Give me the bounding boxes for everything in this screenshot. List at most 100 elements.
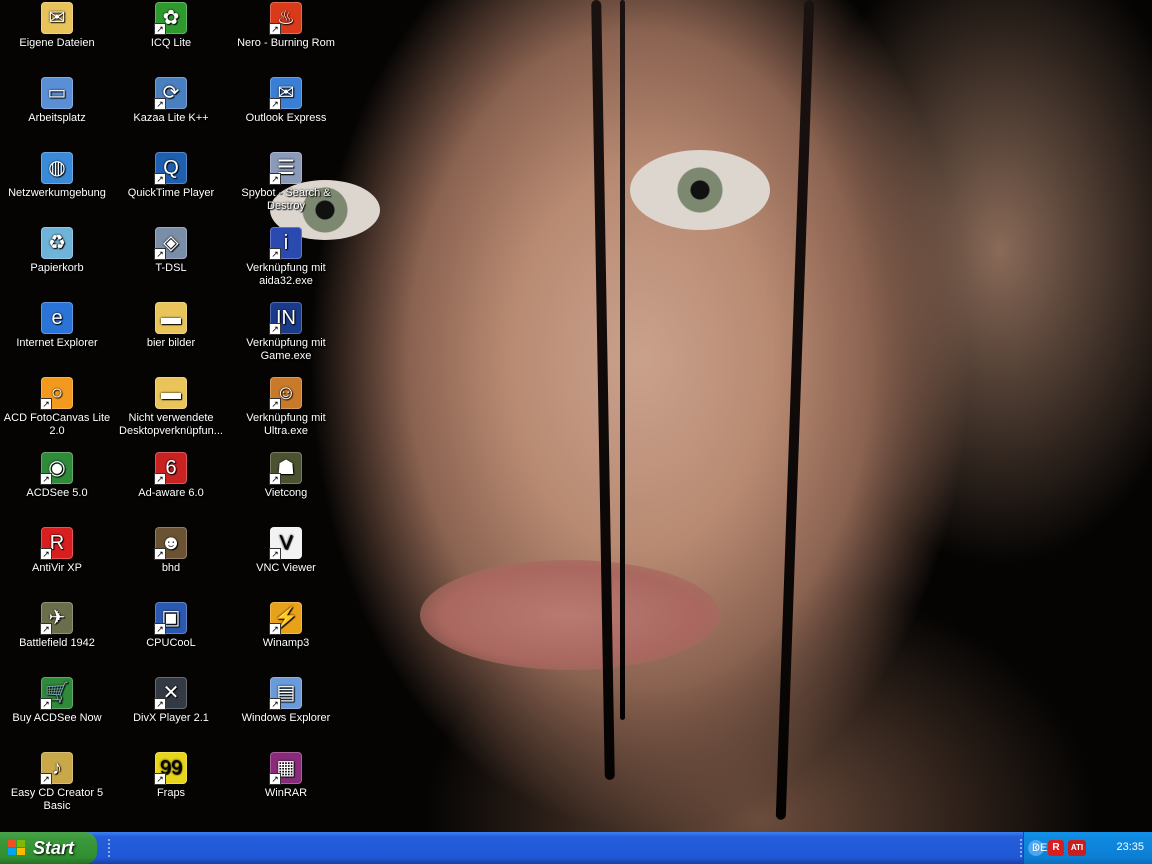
shortcut-arrow-icon: ↗ [269, 773, 281, 785]
desktop-icon-label: Ad-aware 6.0 [138, 487, 204, 499]
desktop-icon[interactable]: 6 ↗ Ad-aware 6.0 [114, 452, 228, 500]
desktop-icon[interactable]: ▬ Nicht verwendete Desktopverknüpfun... [114, 377, 228, 438]
desktop-icon[interactable]: ☺ ↗ Verknüpfung mit Ultra.exe [229, 377, 343, 438]
shortcut-arrow-icon: ↗ [154, 248, 166, 260]
desktop-icon[interactable]: 99 ↗ Fraps [114, 752, 228, 800]
desktop-icon[interactable]: ☗ ↗ Vietcong [229, 452, 343, 500]
outlook-express-icon: ✉ ↗ [269, 77, 302, 110]
fotocanvas-icon: ○ ↗ [40, 377, 73, 410]
desktop-icon[interactable]: ✉ ↗ Outlook Express [229, 77, 343, 125]
shortcut-arrow-icon: ↗ [269, 323, 281, 335]
taskbar: Start ‹ R ATI 23:35 [0, 832, 1152, 864]
desktop-icon-label: CPUCooL [146, 637, 196, 649]
spybot-icon: ☰ ↗ [269, 152, 302, 185]
acdsee-icon: ◉ ↗ [40, 452, 73, 485]
folder-icon: ▬ [155, 377, 187, 409]
windows-logo-icon [8, 840, 26, 856]
bhd-icon: ☻ ↗ [154, 527, 187, 560]
desktop-icon-label: Netzwerkumgebung [8, 187, 106, 199]
desktop-icon[interactable]: ◈ ↗ T-DSL [114, 227, 228, 275]
vietcong-icon: ☗ ↗ [269, 452, 302, 485]
icq-icon: ✿ ↗ [154, 2, 187, 35]
desktop-icon[interactable]: e Internet Explorer [0, 302, 114, 350]
desktop-icon-label: AntiVir XP [32, 562, 82, 574]
recycle-bin-icon: ♻ [41, 227, 73, 259]
desktop-icon-label: VNC Viewer [256, 562, 316, 574]
ati-tray-icon[interactable]: ATI [1068, 840, 1086, 856]
desktop-icon-label: bhd [161, 562, 181, 574]
desktop-icon[interactable]: ○ ↗ ACD FotoCanvas Lite 2.0 [0, 377, 114, 438]
desktop-icon[interactable]: ✕ ↗ DivX Player 2.1 [114, 677, 228, 725]
desktop-icon-label: bier bilder [146, 337, 196, 349]
desktop-icon[interactable]: ♪ ↗ Easy CD Creator 5 Basic [0, 752, 114, 813]
tdsl-icon: ◈ ↗ [154, 227, 187, 260]
desktop-icon[interactable]: Q ↗ QuickTime Player [114, 152, 228, 200]
desktop-icon[interactable]: ▬ bier bilder [114, 302, 228, 350]
desktop-icon[interactable]: IN ↗ Verknüpfung mit Game.exe [229, 302, 343, 363]
desktop-icon-label: Verknüpfung mit Game.exe [246, 337, 326, 362]
desktop-icon[interactable]: ▦ ↗ WinRAR [229, 752, 343, 800]
desktop-icon-label: Winamp3 [262, 637, 310, 649]
desktop-icon-label: T-DSL [155, 262, 187, 274]
nero-icon: ♨ ↗ [269, 2, 302, 35]
desktop-icon[interactable]: ▤ ↗ Windows Explorer [229, 677, 343, 725]
language-indicator[interactable]: DE [1032, 842, 1047, 854]
desktop-icon[interactable]: ⟳ ↗ Kazaa Lite K++ [114, 77, 228, 125]
game-icon: IN ↗ [269, 302, 302, 335]
shortcut-arrow-icon: ↗ [269, 698, 281, 710]
desktop-icon[interactable]: ✿ ↗ ICQ Lite [114, 2, 228, 50]
cpucool-icon: ▣ ↗ [154, 602, 187, 635]
shortcut-arrow-icon: ↗ [269, 173, 281, 185]
shortcut-arrow-icon: ↗ [154, 98, 166, 110]
divx-icon: ✕ ↗ [154, 677, 187, 710]
folder-icon: ▬ [155, 302, 187, 334]
desktop-icon-label: Verknüpfung mit Ultra.exe [246, 412, 326, 437]
desktop-icon[interactable]: ▭ Arbeitsplatz [0, 77, 114, 125]
desktop-icon-label: Nero - Burning Rom [237, 37, 335, 49]
desktop-icon[interactable]: 🛒 ↗ Buy ACDSee Now [0, 677, 114, 725]
desktop-icon-label: Kazaa Lite K++ [133, 112, 209, 124]
shortcut-arrow-icon: ↗ [154, 548, 166, 560]
shortcut-arrow-icon: ↗ [40, 623, 52, 635]
vnc-icon: V ↗ [269, 527, 302, 560]
desktop-icon[interactable]: ▣ ↗ CPUCooL [114, 602, 228, 650]
desktop-icon-label: Nicht verwendete Desktopverknüpfun... [119, 412, 223, 437]
internet-explorer-icon: e [41, 302, 73, 334]
desktop-icon[interactable]: ⚡ ↗ Winamp3 [229, 602, 343, 650]
desktop-icon-label: QuickTime Player [127, 187, 215, 199]
desktop-icon[interactable]: ♻ Papierkorb [0, 227, 114, 275]
shortcut-arrow-icon: ↗ [40, 773, 52, 785]
desktop-icon[interactable]: ◍ Netzwerkumgebung [0, 152, 114, 200]
desktop-icon[interactable]: ✈ ↗ Battlefield 1942 [0, 602, 114, 650]
shortcut-arrow-icon: ↗ [40, 698, 52, 710]
desktop-icon[interactable]: ♨ ↗ Nero - Burning Rom [229, 2, 343, 50]
desktop-icon-label: Arbeitsplatz [28, 112, 86, 124]
my-computer-icon: ▭ [41, 77, 73, 109]
desktop-icon[interactable]: i ↗ Verknüpfung mit aida32.exe [229, 227, 343, 288]
winrar-icon: ▦ ↗ [269, 752, 302, 785]
quicklaunch-grip[interactable] [108, 839, 113, 857]
desktop-icon[interactable]: ☻ ↗ bhd [114, 527, 228, 575]
shortcut-arrow-icon: ↗ [154, 773, 166, 785]
desktop-icon-label: Eigene Dateien [19, 37, 95, 49]
desktop-icon[interactable]: V ↗ VNC Viewer [229, 527, 343, 575]
start-button[interactable]: Start [0, 832, 97, 864]
shortcut-arrow-icon: ↗ [269, 473, 281, 485]
fraps-icon: 99 ↗ [154, 752, 187, 785]
shortcut-arrow-icon: ↗ [154, 698, 166, 710]
shortcut-arrow-icon: ↗ [269, 98, 281, 110]
desktop-icon[interactable]: ☰ ↗ Spybot - Search & Destroy [229, 152, 343, 213]
desktop-icon[interactable]: R ↗ AntiVir XP [0, 527, 114, 575]
aida32-icon: i ↗ [269, 227, 302, 260]
shortcut-arrow-icon: ↗ [269, 623, 281, 635]
clock[interactable]: 23:35 [1116, 841, 1144, 853]
desktop-icon-label: WinRAR [264, 787, 308, 799]
desktop-icon-label: Buy ACDSee Now [12, 712, 102, 724]
antivir-tray-icon[interactable]: R [1048, 840, 1064, 856]
desktop-icon[interactable]: ✉ Eigene Dateien [0, 2, 114, 50]
network-icon: ◍ [41, 152, 73, 184]
desktop-icon[interactable]: ◉ ↗ ACDSee 5.0 [0, 452, 114, 500]
ultra-icon: ☺ ↗ [269, 377, 302, 410]
desktop-icon-label: Spybot - Search & Destroy [241, 187, 331, 212]
desktop-icon-label: Easy CD Creator 5 Basic [10, 787, 104, 812]
